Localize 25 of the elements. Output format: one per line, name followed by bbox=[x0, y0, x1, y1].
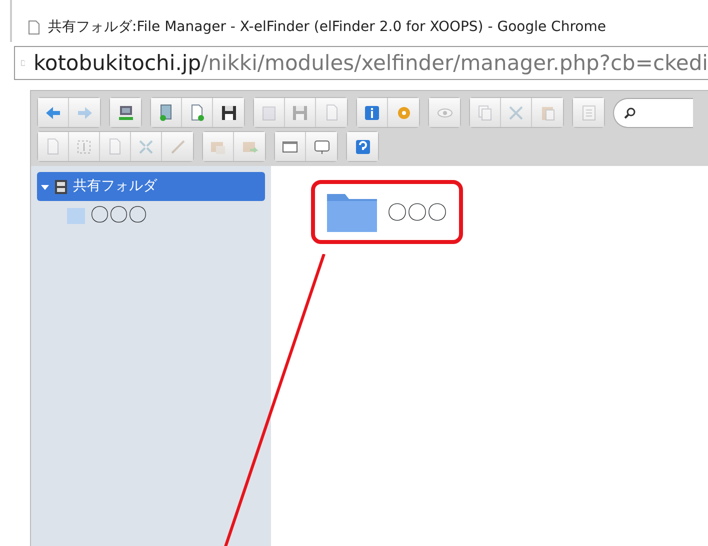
info-button[interactable] bbox=[357, 98, 388, 127]
page-icon bbox=[28, 20, 40, 34]
rename-icon bbox=[75, 138, 93, 156]
caret-icon bbox=[41, 182, 49, 190]
search-icon bbox=[624, 106, 636, 118]
scissors-icon bbox=[507, 104, 525, 122]
window-title: 共有フォルダ:File Manager - X-elFinder (elFinder 2.0 for XOOPS) - Google Chrome bbox=[48, 18, 606, 36]
resize-icon bbox=[137, 138, 155, 156]
folder-tree-item[interactable]: 共有フォルダ bbox=[37, 172, 265, 201]
file-upload-button[interactable] bbox=[151, 98, 182, 127]
arrow-left-button[interactable] bbox=[38, 98, 69, 127]
address-bar[interactable]: kotobukitochi.jp/nikki/modules/xelfinder/manager.php?cb=ckedi bbox=[14, 46, 708, 80]
computer-icon bbox=[116, 104, 134, 122]
list-icon bbox=[580, 104, 598, 122]
copy-icon bbox=[476, 104, 494, 122]
drive-icon bbox=[54, 178, 68, 194]
folder-tree-item[interactable]: 〇〇〇 bbox=[37, 201, 265, 230]
window-button[interactable] bbox=[275, 132, 306, 161]
folder-item[interactable]: 〇〇〇 bbox=[311, 180, 463, 244]
search-field[interactable] bbox=[613, 98, 693, 128]
help-icon bbox=[354, 138, 372, 156]
pen-icon bbox=[168, 138, 186, 156]
info-icon bbox=[363, 104, 381, 122]
new-file-button[interactable] bbox=[182, 98, 213, 127]
floppy-disk-button[interactable] bbox=[213, 98, 244, 127]
